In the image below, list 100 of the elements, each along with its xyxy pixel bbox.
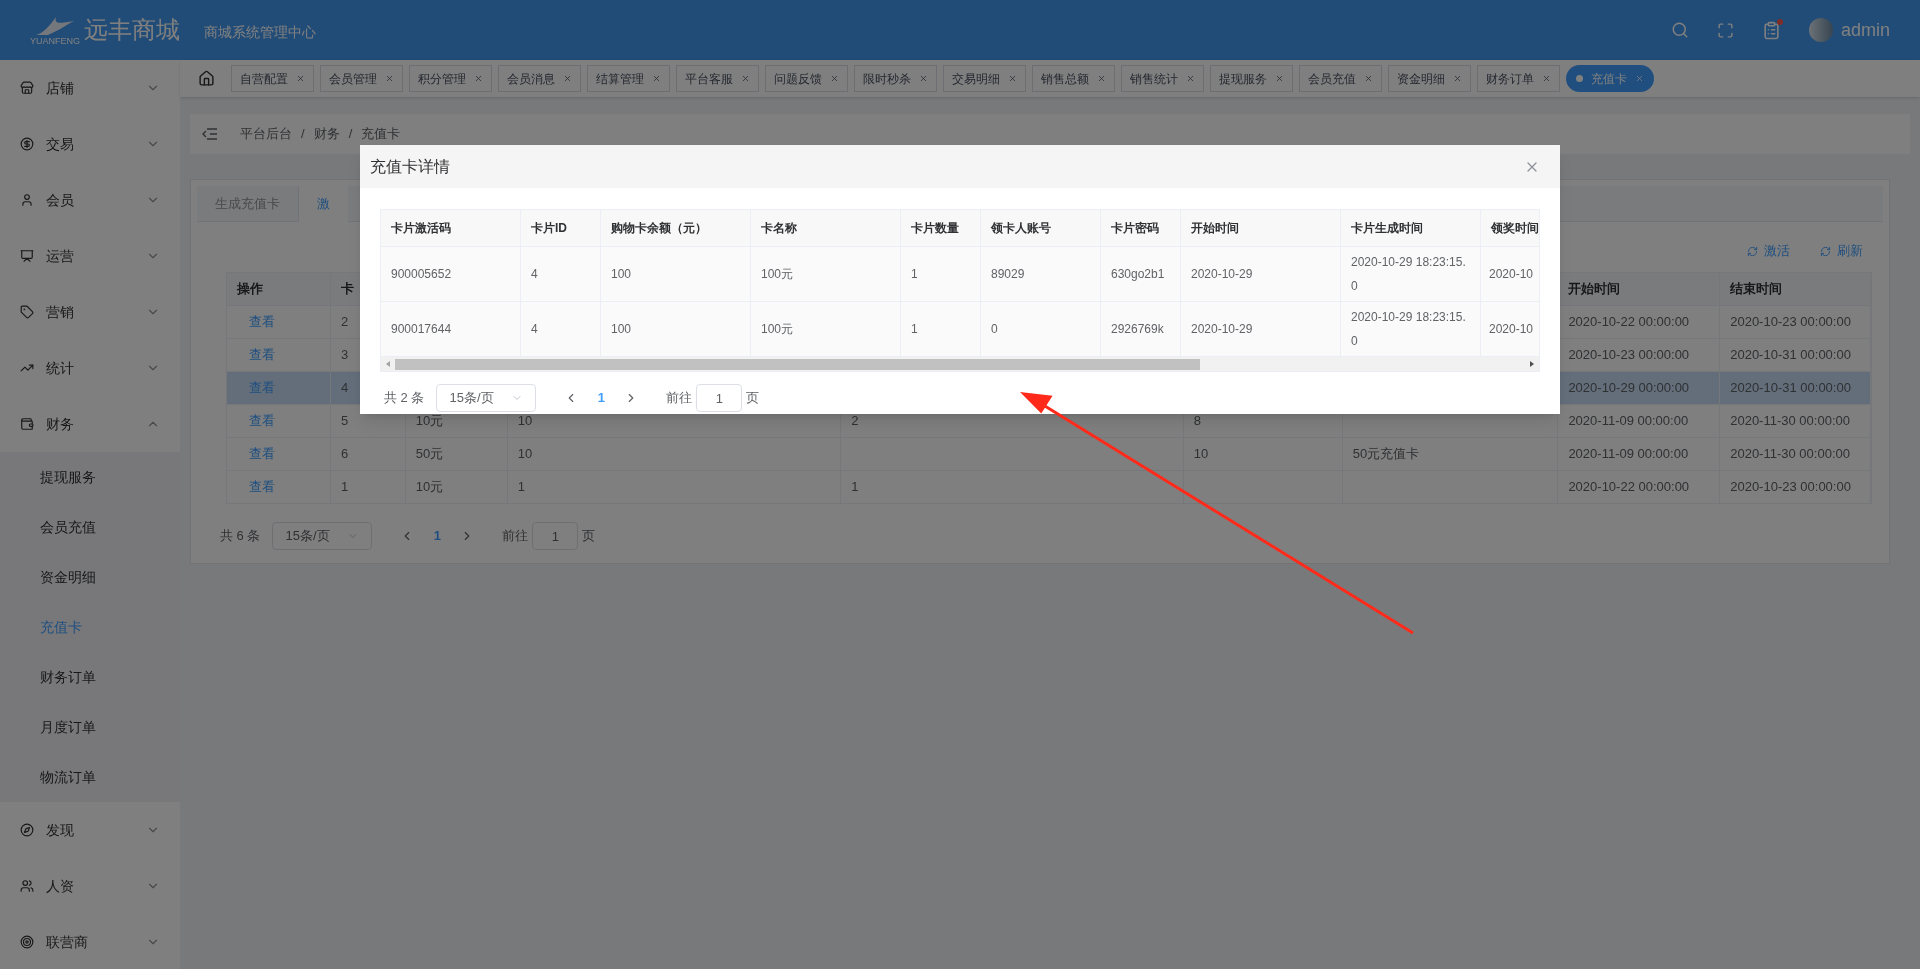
close-icon[interactable] — [741, 74, 750, 83]
close-icon[interactable] — [1364, 74, 1373, 83]
column-header: 卡名称 — [761, 220, 797, 237]
close-icon[interactable] — [1008, 74, 1017, 83]
sidebar-item[interactable]: 人资 — [0, 858, 180, 914]
column-header: 卡片密码 — [1111, 220, 1159, 237]
breadcrumb-item[interactable]: 充值卡 — [361, 124, 401, 144]
page-tab[interactable]: 结算管理 — [587, 65, 670, 92]
page-tab[interactable]: 销售总额 — [1032, 65, 1115, 92]
page-tab[interactable]: 会员充值 — [1299, 65, 1382, 92]
coin-icon — [20, 137, 34, 151]
page-number[interactable]: 1 — [586, 384, 617, 412]
sidebar-item[interactable]: 统计 — [0, 340, 180, 396]
view-link[interactable]: 查看 — [237, 411, 275, 431]
table-cell-text: 4 — [531, 321, 538, 338]
page-tab[interactable]: 销售统计 — [1121, 65, 1204, 92]
column-header: 卡片生成时间 — [1351, 220, 1423, 237]
user-name[interactable]: admin — [1840, 16, 1890, 44]
page-number[interactable]: 1 — [422, 522, 453, 550]
page-tab[interactable]: 充值卡 — [1566, 65, 1654, 92]
scrollbar-thumb[interactable] — [395, 358, 1200, 370]
close-icon[interactable] — [919, 74, 928, 83]
table-cell-text: 4 — [340, 379, 349, 398]
home-icon[interactable] — [198, 70, 215, 87]
close-icon[interactable] — [296, 74, 305, 83]
table-cell-text: 2020-10 — [1489, 321, 1534, 338]
page-unit: 页 — [746, 389, 760, 408]
sidebar-item[interactable]: 营销 — [0, 284, 180, 340]
submenu-item[interactable]: 会员充值 — [0, 502, 180, 552]
column-header: 卡片数量 — [911, 220, 959, 237]
close-icon[interactable] — [563, 74, 572, 83]
horizontal-scrollbar[interactable] — [381, 356, 1539, 371]
close-icon[interactable] — [474, 74, 483, 83]
table-cell-text: 100 — [611, 321, 632, 338]
column-header: 开始时间 — [1191, 220, 1239, 237]
table-cell-text: 1 — [340, 478, 349, 497]
collapse-menu-icon[interactable] — [202, 128, 218, 140]
table-cell-text: 10元 — [415, 412, 444, 431]
page-size-select[interactable]: 15条/页 — [436, 384, 537, 412]
page-tab[interactable]: 提现服务 — [1210, 65, 1293, 92]
fullscreen-icon[interactable] — [1716, 21, 1734, 39]
close-icon[interactable] — [1186, 74, 1195, 83]
panel-tab[interactable]: 激 — [299, 186, 348, 222]
breadcrumb-item[interactable]: 平台后台 — [240, 124, 292, 144]
avatar[interactable] — [1808, 18, 1833, 42]
table-cell-text: 100 — [611, 266, 632, 283]
close-icon[interactable] — [1097, 74, 1106, 83]
sidebar-item[interactable]: 店铺 — [0, 60, 180, 116]
sidebar-item[interactable]: 联营商 — [0, 914, 180, 969]
submenu-item[interactable]: 资金明细 — [0, 552, 180, 602]
page-tab[interactable]: 平台客服 — [676, 65, 759, 92]
close-icon[interactable] — [385, 74, 394, 83]
close-icon[interactable] — [1453, 74, 1462, 83]
view-link[interactable]: 查看 — [237, 345, 275, 365]
table-cell-text: 50元 — [415, 445, 444, 464]
search-icon[interactable] — [1670, 21, 1689, 39]
column-header: 开始时间 — [1568, 280, 1621, 299]
page-tab[interactable]: 交易明细 — [943, 65, 1026, 92]
column-header: 结束时间 — [1730, 280, 1783, 299]
close-icon[interactable] — [1542, 74, 1551, 83]
view-link[interactable]: 查看 — [237, 444, 275, 464]
view-link[interactable]: 查看 — [237, 312, 275, 332]
table-cell-text: 8 — [1193, 412, 1202, 431]
close-icon[interactable] — [830, 74, 839, 83]
table-cell-text: 100元 — [761, 321, 794, 338]
goto-page-field[interactable]: 1 — [532, 522, 579, 550]
submenu-item[interactable]: 月度订单 — [0, 702, 180, 752]
page-tab[interactable]: 限时秒杀 — [854, 65, 937, 92]
toolbar-button[interactable]: 刷新 — [1820, 242, 1863, 260]
page-tab[interactable]: 会员管理 — [320, 65, 403, 92]
close-icon[interactable] — [652, 74, 661, 83]
breadcrumb-item[interactable]: 财务 — [313, 124, 340, 144]
sidebar-item[interactable]: 运营 — [0, 228, 180, 284]
notification-icon[interactable] — [1761, 20, 1781, 40]
submenu-item[interactable]: 财务订单 — [0, 652, 180, 702]
page-size-select[interactable]: 15条/页 — [272, 522, 373, 550]
table-cell-text: 10 — [517, 412, 533, 431]
user-icon — [20, 193, 34, 207]
table-cell-text: 1 — [911, 266, 918, 283]
page-tab[interactable]: 会员消息 — [498, 65, 581, 92]
submenu-item[interactable]: 物流订单 — [0, 752, 180, 802]
sidebar-item[interactable]: 财务 — [0, 396, 180, 452]
table-cell-text: 900005652 — [391, 266, 452, 283]
page-tab[interactable]: 自营配置 — [231, 65, 314, 92]
close-icon[interactable] — [1275, 74, 1284, 83]
submenu-item[interactable]: 提现服务 — [0, 452, 180, 502]
page-tab[interactable]: 积分管理 — [409, 65, 492, 92]
submenu-item[interactable]: 充值卡 — [0, 602, 180, 652]
sidebar-item[interactable]: 交易 — [0, 116, 180, 172]
sidebar-item[interactable]: 会员 — [0, 172, 180, 228]
goto-page-field[interactable]: 1 — [696, 384, 743, 412]
compass-icon — [20, 823, 34, 837]
page-tab[interactable]: 资金明细 — [1388, 65, 1471, 92]
target-icon — [20, 935, 34, 949]
table-cell-text: 10 — [517, 445, 533, 464]
view-link[interactable]: 查看 — [237, 477, 275, 497]
sidebar-item[interactable]: 发现 — [0, 802, 180, 858]
page-tab[interactable]: 问题反馈 — [765, 65, 848, 92]
toolbar-button[interactable]: 激活 — [1747, 242, 1790, 260]
page-tab[interactable]: 财务订单 — [1477, 65, 1560, 92]
